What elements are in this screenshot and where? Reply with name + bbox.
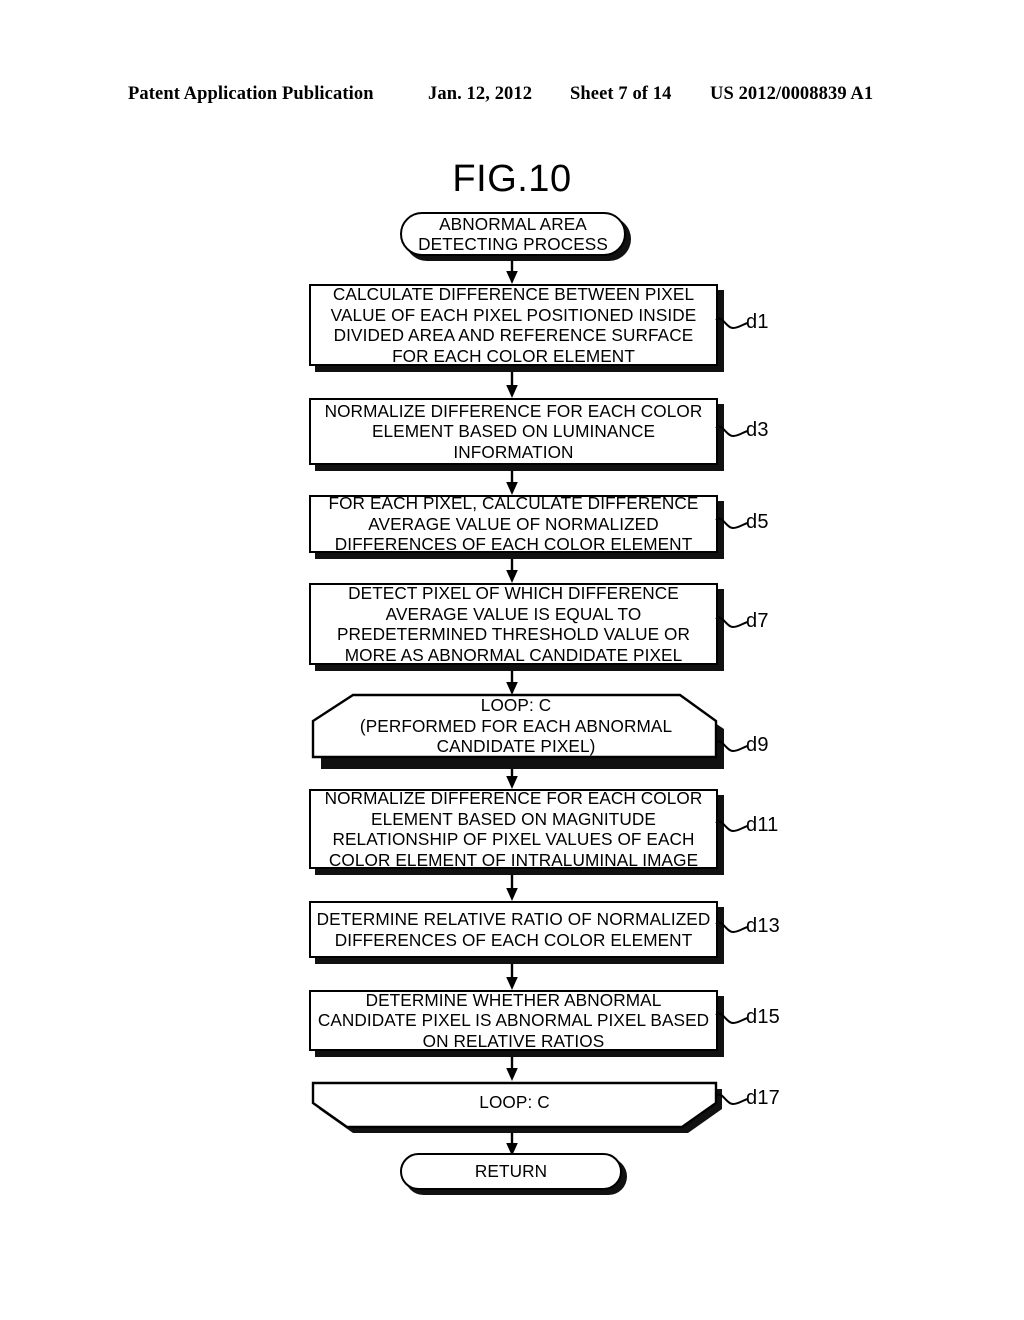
node-return[interactable]: RETURN	[400, 1153, 622, 1190]
node-d13[interactable]: DETERMINE RELATIVE RATIO OF NORMALIZED D…	[309, 901, 718, 958]
connector-d7-to-d9	[506, 665, 518, 695]
node-d13-label: DETERMINE RELATIVE RATIO OF NORMALIZED D…	[316, 909, 711, 950]
node-d1[interactable]: CALCULATE DIFFERENCE BETWEEN PIXEL VALUE…	[309, 284, 718, 366]
node-d17-label: LOOP: C	[479, 1091, 550, 1112]
node-d7-label: DETECT PIXEL OF WHICH DIFFERENCE AVERAGE…	[336, 583, 691, 665]
connector-d13-to-d15	[506, 958, 518, 990]
node-d9[interactable]: LOOP: C (PERFORMED FOR EACH ABNORMAL CAN…	[309, 693, 723, 759]
ref-label-d13: d13	[746, 915, 780, 937]
ref-connector-d1	[715, 317, 749, 330]
node-d17[interactable]: LOOP: C	[309, 1081, 720, 1123]
connector-d3-to-d5	[506, 465, 518, 495]
node-d3[interactable]: NORMALIZE DIFFERENCE FOR EACH COLOR ELEM…	[309, 398, 718, 465]
node-d5-label: FOR EACH PIXEL, CALCULATE DIFFERENCE AVE…	[328, 493, 699, 555]
ref-label-d15: d15	[746, 1006, 780, 1028]
ref-connector-d13	[715, 921, 749, 934]
ref-label-d7: d7	[746, 610, 769, 632]
node-d11-label: NORMALIZE DIFFERENCE FOR EACH COLOR ELEM…	[324, 788, 703, 870]
connector-d5-to-d7	[506, 553, 518, 583]
node-d11[interactable]: NORMALIZE DIFFERENCE FOR EACH COLOR ELEM…	[309, 788, 718, 870]
ref-connector-d11	[715, 820, 749, 833]
connector-start-to-d1	[506, 254, 518, 284]
ref-connector-d17	[715, 1093, 749, 1106]
node-start-label: ABNORMAL AREA DETECTING PROCESS	[418, 213, 608, 255]
flowchart-diagram: ABNORMAL AREA DETECTING PROCESS CALCULAT…	[0, 0, 1024, 1320]
ref-label-d3: d3	[746, 419, 769, 441]
node-d3-label: NORMALIZE DIFFERENCE FOR EACH COLOR ELEM…	[324, 400, 703, 462]
ref-connector-d7	[715, 616, 749, 629]
ref-label-d17: d17	[746, 1087, 780, 1109]
node-d15[interactable]: DETERMINE WHETHER ABNORMAL CANDIDATE PIX…	[309, 990, 718, 1051]
connector-d11-to-d13	[506, 869, 518, 901]
node-d5[interactable]: FOR EACH PIXEL, CALCULATE DIFFERENCE AVE…	[309, 493, 718, 555]
node-d7[interactable]: DETECT PIXEL OF WHICH DIFFERENCE AVERAGE…	[309, 583, 718, 665]
node-return-label: RETURN	[474, 1161, 548, 1182]
ref-label-d1: d1	[746, 311, 769, 333]
ref-label-d5: d5	[746, 511, 769, 533]
node-start[interactable]: ABNORMAL AREA DETECTING PROCESS	[400, 212, 626, 256]
node-d15-label: DETERMINE WHETHER ABNORMAL CANDIDATE PIX…	[317, 989, 710, 1051]
ref-label-d9: d9	[746, 734, 769, 756]
ref-connector-d15	[715, 1012, 749, 1025]
ref-connector-d5	[715, 517, 749, 530]
ref-label-d11: d11	[746, 814, 779, 836]
ref-connector-d3	[715, 425, 749, 438]
connector-d15-to-d17	[506, 1051, 518, 1081]
ref-connector-d9	[715, 740, 749, 753]
connector-d1-to-d3	[506, 366, 518, 398]
node-d1-label: CALCULATE DIFFERENCE BETWEEN PIXEL VALUE…	[330, 284, 697, 366]
node-d9-label: LOOP: C (PERFORMED FOR EACH ABNORMAL CAN…	[359, 695, 673, 757]
